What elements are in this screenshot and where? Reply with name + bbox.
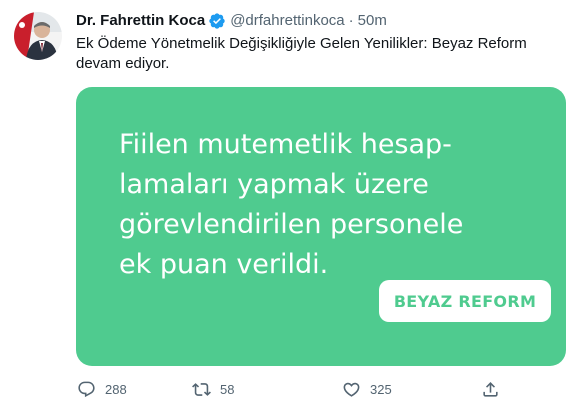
heart-icon [342, 380, 361, 399]
tweet[interactable]: Dr. Fahrettin Koca @drfahrettinkoca · 50… [0, 0, 578, 410]
card-headline: Fiilen mutemetlik hesap- lamaları yapmak… [119, 129, 464, 280]
author-name[interactable]: Dr. Fahrettin Koca [76, 11, 205, 31]
tweet-actions: 288 58 325 [76, 377, 516, 401]
like-button[interactable]: 325 [342, 377, 392, 401]
retweet-button[interactable]: 58 [192, 377, 234, 401]
retweet-count: 58 [220, 381, 235, 397]
avatar-image [14, 12, 62, 60]
share-button[interactable] [481, 377, 500, 401]
reply-icon [77, 380, 96, 399]
retweet-icon [192, 380, 211, 399]
header-separator: · [348, 12, 354, 29]
media-card[interactable]: Fiilen mutemetlik hesap- lamaları yapmak… [76, 87, 566, 366]
avatar[interactable] [14, 12, 62, 60]
verified-badge-icon [208, 12, 226, 30]
card-badge: BEYAZ REFORM [379, 280, 551, 322]
tweet-timestamp[interactable]: 50m [358, 11, 387, 31]
tweet-text: Ek Ödeme Yönetmelik Değişikliğiyle Gelen… [76, 35, 527, 72]
like-count: 325 [370, 381, 392, 397]
tweet-header: Dr. Fahrettin Koca @drfahrettinkoca · 50… [76, 10, 387, 32]
reply-button[interactable]: 288 [77, 377, 127, 401]
share-icon [481, 380, 500, 399]
author-handle[interactable]: @drfahrettinkoca [230, 11, 344, 31]
reply-count: 288 [105, 381, 127, 397]
